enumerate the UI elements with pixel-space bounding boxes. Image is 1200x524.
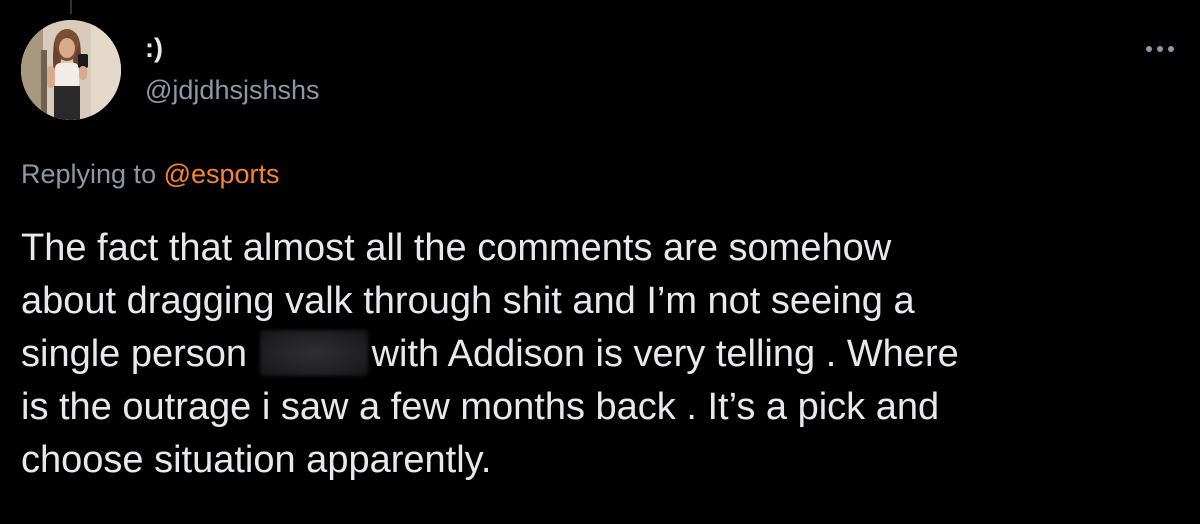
tweet-line: is the outrage i saw a few months back .… [21,386,940,428]
author-display-name[interactable]: :) [145,33,163,63]
blurred-redaction [259,330,368,376]
tweet-text: The fact that almost all the comments ar… [21,222,1191,487]
tweet-line: The fact that almost all the comments ar… [21,227,892,269]
avatar-photo [21,20,121,120]
replying-to-line: Replying to @esports [21,157,280,191]
tweet-line-segment: with Addison is very telling . Where [371,333,959,375]
avatar[interactable] [21,20,121,120]
author-handle[interactable]: @jdjdhsjshshs [145,73,320,107]
tweet-line: choose situation apparently. [21,439,492,481]
tweet-line: about dragging valk through shit and I’m… [21,280,915,322]
tweet-line-with-redaction: single person with Addison is very telli… [21,328,1191,381]
tweet-line-segment: single person [21,333,258,375]
more-options-button[interactable] [1138,36,1182,62]
reply-mention-link[interactable]: @esports [164,159,280,189]
thread-connector-line [70,0,72,14]
replying-to-label: Replying to [21,159,164,189]
more-dots-icon [1146,46,1174,52]
